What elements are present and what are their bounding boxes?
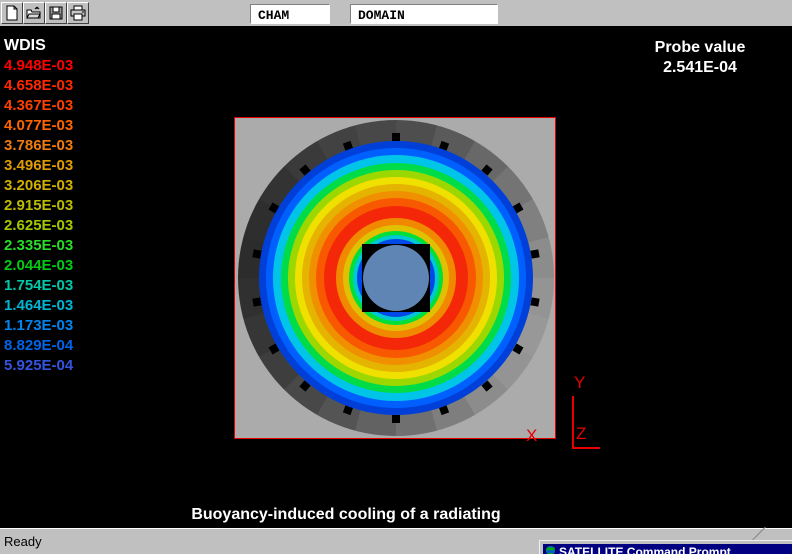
app-window: CHAM DOMAIN WDIS 4.948E-034.658E-034.367…	[0, 0, 792, 554]
annulus-notch	[530, 249, 539, 258]
legend-entry: 3.786E-03	[4, 137, 73, 157]
globe-icon	[545, 545, 556, 554]
axis-vertical-line	[572, 396, 574, 449]
legend-entry: 2.915E-03	[4, 197, 73, 217]
annulus-notch	[392, 133, 400, 141]
legend-entry: 1.754E-03	[4, 277, 73, 297]
status-text: Ready	[4, 534, 42, 549]
axis-z-label: Z	[576, 424, 586, 444]
legend-entry: 1.464E-03	[4, 297, 73, 317]
plot-title: Buoyancy-induced cooling of a radiating	[146, 506, 546, 524]
annulus-notch	[392, 415, 400, 423]
rings-layer	[235, 118, 555, 438]
toolbar: CHAM DOMAIN	[0, 0, 792, 27]
cham-field[interactable]: CHAM	[250, 4, 330, 24]
legend-entry: 2.335E-03	[4, 237, 73, 257]
probe-label: Probe value	[638, 38, 762, 58]
save-icon	[48, 5, 64, 21]
probe-value: 2.541E-04	[638, 58, 762, 78]
new-document-icon	[4, 5, 20, 21]
print-button[interactable]	[67, 2, 89, 24]
legend-entry: 2.625E-03	[4, 217, 73, 237]
legend-entry: 4.077E-03	[4, 117, 73, 137]
legend-entry: 2.044E-03	[4, 257, 73, 277]
axis-y-label: Y	[574, 373, 585, 393]
legend-entry: 4.367E-03	[4, 97, 73, 117]
center-circle	[363, 245, 429, 311]
legend-entry: 3.206E-03	[4, 177, 73, 197]
axis-x-label: X	[526, 426, 537, 446]
satellite-window-title: SATELLITE Command Prompt	[559, 545, 731, 554]
satellite-window[interactable]: SATELLITE Command Prompt	[539, 540, 792, 554]
legend-entry: 8.829E-04	[4, 337, 73, 357]
legend-title: WDIS	[4, 37, 46, 55]
legend-entry: 4.658E-03	[4, 77, 73, 97]
save-button[interactable]	[45, 2, 67, 24]
probe-readout: Probe value 2.541E-04	[638, 38, 762, 78]
open-folder-icon	[26, 5, 42, 21]
axis-horizontal-line	[572, 447, 600, 449]
legend-entry: 3.496E-03	[4, 157, 73, 177]
satellite-titlebar[interactable]: SATELLITE Command Prompt	[543, 544, 792, 554]
print-icon	[70, 5, 86, 21]
legend-entry: 4.948E-03	[4, 57, 73, 77]
open-file-button[interactable]	[23, 2, 45, 24]
legend: 4.948E-034.658E-034.367E-034.077E-033.78…	[4, 57, 73, 377]
legend-entry: 5.925E-04	[4, 357, 73, 377]
plot-canvas[interactable]	[234, 117, 556, 439]
new-document-button[interactable]	[1, 2, 23, 24]
legend-entry: 1.173E-03	[4, 317, 73, 337]
domain-field[interactable]: DOMAIN	[350, 4, 498, 24]
